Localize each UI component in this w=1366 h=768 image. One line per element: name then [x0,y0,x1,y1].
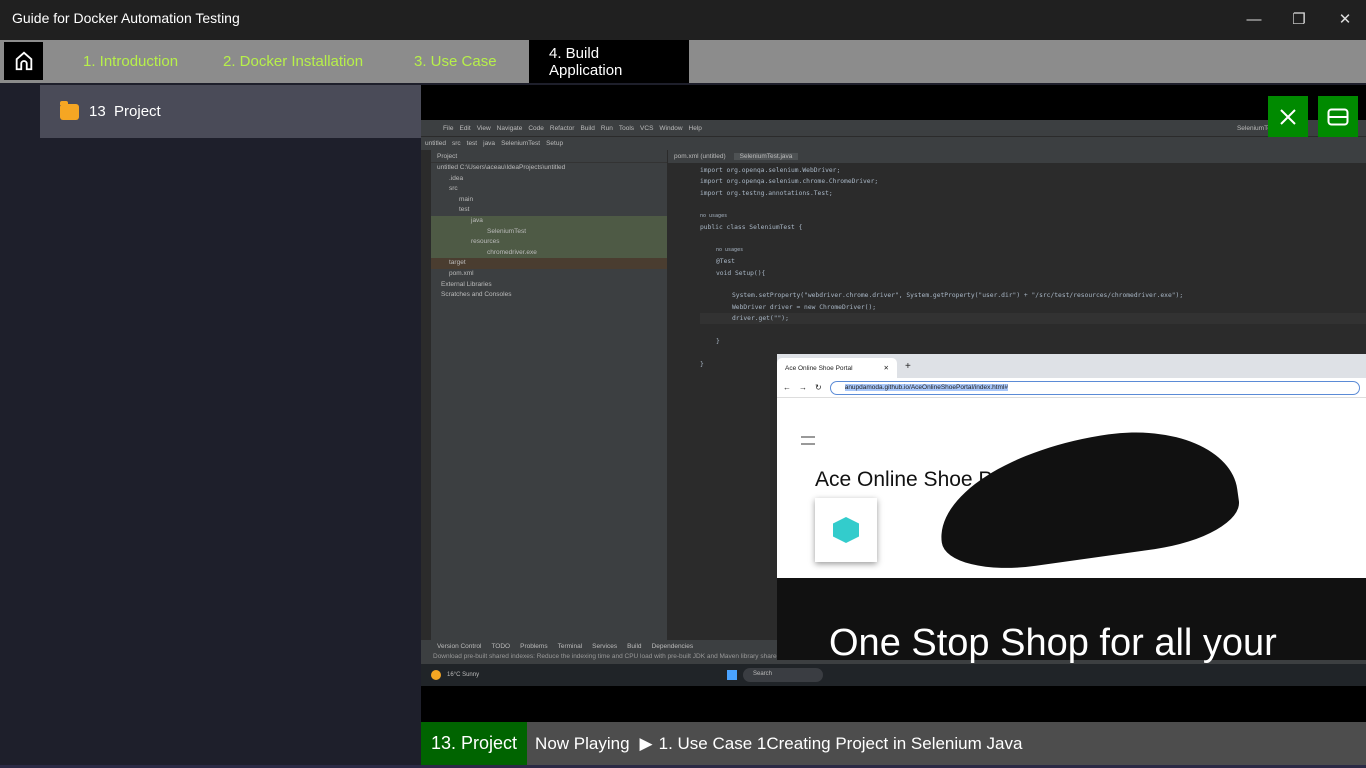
crumb: src [451,140,461,147]
weather-icon [431,670,441,680]
restore-button[interactable]: ❐ [1279,6,1319,32]
tool-tab: TODO [491,643,511,650]
ide-project-panel: Project untitled C:\Users\aceau\IdeaProj… [431,150,667,640]
tree-item: main [459,195,474,203]
start-icon [727,670,737,680]
code-line: void Setup(){ [716,269,766,277]
close-icon [1280,108,1296,125]
crumb: SeleniumTest [501,140,541,147]
tool-tab: Terminal [557,643,583,650]
now-playing-title: 1. Use Case 1Creating Project in Seleniu… [658,733,1023,753]
ide-menu: File Edit View Navigate Code Refactor Build Run… [421,120,1366,136]
tab-introduction[interactable]: 1. Introduction [83,40,178,83]
tree-item: untitled C:\Users\aceau\IdeaProjects\unt… [437,164,566,171]
tab-build-application[interactable]: 4. Build Application [529,40,689,83]
close-video-button[interactable] [1268,96,1308,137]
tree-item: pom.xml [449,269,474,277]
code-line: import org.testng.annotations.Test; [700,189,833,197]
weather-text: 16°C Sunny [447,672,480,678]
menu-item: Tools [618,124,635,132]
banner-text: One Stop Shop for all your [829,622,1277,664]
folder-icon [60,100,79,120]
tab-docker-installation[interactable]: 2. Docker Installation [223,40,363,83]
code-line: } [716,337,720,345]
shoe-portal-page: Ace Online Shoe Portal [777,398,1366,579]
tree-item: target [431,258,667,269]
code-line: System.setProperty("webdriver.chrome.dri… [732,292,1184,300]
menu-item: View [476,124,491,132]
tree-item: test [459,206,470,214]
section-label: 13. Project [421,722,528,765]
crumb: java [483,140,496,147]
now-playing-bar: 13. Project Now Playing ▶ 1. Use Case 1C… [421,722,1366,765]
close-button[interactable]: ✕ [1325,6,1365,32]
editor-tab: SeleniumTest.java [733,153,799,160]
tree-item: java [431,215,667,227]
crumb: test [466,140,478,147]
code-line: @Test [716,258,735,266]
tool-tab: Version Control [437,643,482,650]
crumb: untitled [425,140,446,147]
crumb: Setup [546,140,564,147]
toggle-panel-button[interactable] [1318,96,1358,137]
taskbar-search: Search [743,668,823,682]
tool-tab: Dependencies [651,643,694,650]
menu-item: Help [688,124,702,132]
sidebar-item-label: 13 Project [89,103,161,120]
sidebar-item-project[interactable]: 13 Project [40,85,421,138]
ide-breadcrumb: untitled src test java SeleniumTest Setup [421,136,1366,150]
window-title: Guide for Docker Automation Testing [12,10,240,26]
tree-item: src [449,185,458,193]
editor-tab: pom.xml (untitled) [674,153,726,160]
browser-tab-title: Ace Online Shoe Portal [785,364,853,372]
menu-item: VCS [640,124,654,132]
tree-item: .idea [449,174,464,182]
code-line: import org.openqa.selenium.chrome.Chrome… [700,178,879,186]
code-line: WebDriver driver = new ChromeDriver(); [732,303,877,311]
tool-tab: Services [592,643,618,650]
tree-item: chromedriver.exe [431,247,667,259]
hamburger-icon [801,436,815,445]
tree-item: External Libraries [441,280,492,288]
now-playing-label: Now Playing [535,733,630,753]
home-button[interactable] [4,42,43,80]
tab-use-case[interactable]: 3. Use Case [414,40,497,83]
title-bar: Guide for Docker Automation Testing — ❐ … [0,0,1366,40]
code-line: public class SeleniumTest { [700,223,803,231]
hero-banner: One Stop Shop for all your [777,578,1366,664]
video-player[interactable]: File Edit View Navigate Code Refactor Build Run… [421,85,1366,722]
tree-item: SeleniumTest [431,226,667,238]
ace-logo [815,498,877,562]
tree-item: resources [431,237,667,248]
video-frame-browser: Ace Online Shoe Portal ✕ + ← → ↻ anupdamoda.g… [777,354,1366,664]
code-hint: no usages [716,246,744,253]
menu-item: Build [580,124,595,132]
play-icon: ▶ [639,733,653,753]
tool-tab: Problems [520,643,548,650]
menu-item: Window [659,124,683,132]
menu-item: Refactor [549,124,575,132]
code-line: import org.openqa.selenium.WebDriver; [700,167,841,174]
tree-item: Scratches and Consoles [441,291,512,299]
tool-tab: Build [627,643,642,650]
code-hint: no usages [700,212,728,219]
tab-bar: 1. Introduction 2. Docker Installation 3… [0,40,1366,83]
shoe-image [930,417,1244,579]
menu-item: Run [600,124,613,132]
menu-item: File [443,124,454,132]
home-icon [15,51,32,71]
code-line: driver.get(""); [700,313,1366,325]
panel-toggle-icon [1327,108,1349,125]
project-header: Project [431,150,667,163]
menu-item: Edit [459,124,471,132]
menu-item: Navigate [496,124,523,132]
browser-url: anupdamoda.github.io/AceOnlineShoePortal… [844,384,1009,391]
minimize-button[interactable]: — [1234,6,1274,32]
menu-item: Code [528,124,544,132]
windows-taskbar: 16°C Sunny Search [421,664,1366,686]
